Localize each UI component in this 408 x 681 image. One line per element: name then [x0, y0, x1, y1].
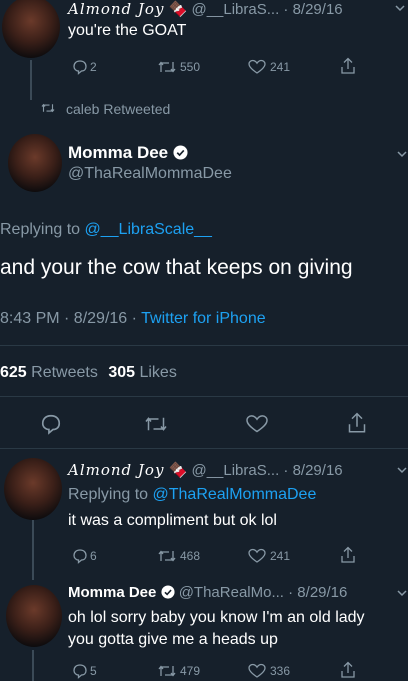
- tweet-header: Almond Joy 🍫 @__LibraS... · 8/29/16: [68, 0, 343, 18]
- retweet-count: 550: [180, 60, 201, 74]
- chevron-down-icon[interactable]: [396, 464, 408, 476]
- tweet-text: it was a compliment but ok lol: [68, 512, 277, 529]
- retweet-label: Retweets: [31, 364, 98, 381]
- reply-icon[interactable]: [72, 59, 88, 75]
- retweet-icon[interactable]: [143, 414, 169, 434]
- retweet-notice[interactable]: caleb Retweeted: [66, 101, 170, 117]
- divider: [0, 396, 408, 397]
- share-icon[interactable]: [340, 546, 356, 564]
- heart-icon[interactable]: [248, 548, 266, 564]
- retweet-count: 468: [180, 549, 201, 563]
- tweet-text: and your the cow that keeps on giving: [0, 256, 353, 279]
- tweet-text-line: you gotta give me a heads up: [68, 631, 278, 648]
- retweet-total: 625: [0, 364, 27, 381]
- handle[interactable]: @__LibraS...: [191, 1, 279, 18]
- like-count: 241: [270, 60, 291, 74]
- display-name[interactable]: Almond Joy: [68, 0, 164, 18]
- tweet-meta: 8:43 PM · 8/29/16 · Twitter for iPhone: [0, 310, 266, 328]
- retweet-count: 479: [180, 664, 201, 678]
- tweet-header: Momma Dee @ThaRealMo... · 8/29/16: [68, 584, 347, 601]
- thread-line: [32, 520, 34, 580]
- retweet-icon: [40, 102, 56, 114]
- display-name[interactable]: Almond Joy: [68, 461, 164, 479]
- source-link[interactable]: Twitter for iPhone: [141, 310, 266, 327]
- handle[interactable]: @__LibraS...: [191, 462, 279, 479]
- emoji: 🍫: [168, 462, 188, 479]
- share-icon[interactable]: [347, 411, 367, 435]
- verified-icon: [160, 585, 175, 599]
- chevron-down-icon[interactable]: [396, 148, 408, 160]
- reply-count: 2: [90, 60, 97, 74]
- like-count: 336: [270, 664, 291, 678]
- chevron-down-icon[interactable]: [394, 2, 406, 14]
- like-total: 305: [108, 364, 136, 381]
- timestamp[interactable]: · 8/29/16: [283, 1, 342, 18]
- author-name-row[interactable]: Momma Dee: [68, 143, 188, 163]
- replying-to: Replying to @__LibraScale__: [0, 221, 212, 239]
- handle[interactable]: @ThaRealMommaDee: [68, 165, 232, 183]
- retweet-icon[interactable]: [157, 663, 177, 679]
- heart-icon[interactable]: [248, 663, 266, 679]
- reply-icon[interactable]: [72, 548, 88, 564]
- avatar[interactable]: [4, 458, 62, 520]
- share-icon[interactable]: [340, 57, 356, 75]
- divider: [0, 448, 408, 449]
- retweet-icon[interactable]: [157, 59, 177, 75]
- thread-line: [30, 60, 32, 100]
- emoji: 🍫: [168, 1, 188, 18]
- chevron-down-icon[interactable]: [396, 587, 408, 599]
- handle[interactable]: @ThaRealMo...: [179, 584, 284, 601]
- heart-icon[interactable]: [248, 59, 266, 75]
- engagement-stats[interactable]: 625 Retweets 305 Likes: [0, 364, 177, 382]
- reply-icon[interactable]: [72, 663, 88, 679]
- heart-icon[interactable]: [245, 414, 269, 434]
- replying-handle-link[interactable]: @ThaRealMommaDee: [153, 486, 317, 503]
- timestamp: 8:43 PM · 8/29/16 ·: [0, 310, 137, 327]
- like-count: 241: [270, 549, 291, 563]
- thread-line: [32, 650, 34, 681]
- replying-handle-link[interactable]: @__LibraScale__: [85, 221, 212, 238]
- reply-count: 6: [90, 549, 97, 563]
- replying-label: Replying to: [0, 221, 85, 238]
- tweet-text: you're the GOAT: [68, 22, 187, 39]
- avatar[interactable]: [8, 134, 62, 192]
- avatar[interactable]: [2, 0, 60, 58]
- avatar[interactable]: [6, 585, 62, 647]
- display-name[interactable]: Momma Dee: [68, 584, 156, 601]
- timestamp[interactable]: · 8/29/16: [288, 584, 347, 601]
- share-icon[interactable]: [340, 661, 356, 679]
- like-label: Likes: [139, 364, 177, 381]
- replying-to: Replying to @ThaRealMommaDee: [68, 486, 316, 504]
- replying-label: Replying to: [68, 486, 153, 503]
- reply-icon[interactable]: [40, 413, 62, 435]
- verified-icon: [173, 145, 188, 160]
- tweet-header: Almond Joy 🍫 @__LibraS... · 8/29/16: [68, 461, 343, 479]
- display-name[interactable]: Momma Dee: [68, 143, 168, 162]
- reply-count: 5: [90, 664, 97, 678]
- divider: [0, 345, 408, 346]
- retweet-icon[interactable]: [157, 548, 177, 564]
- timestamp[interactable]: · 8/29/16: [283, 462, 342, 479]
- tweet-text-line: oh lol sorry baby you know I'm an old la…: [68, 609, 365, 626]
